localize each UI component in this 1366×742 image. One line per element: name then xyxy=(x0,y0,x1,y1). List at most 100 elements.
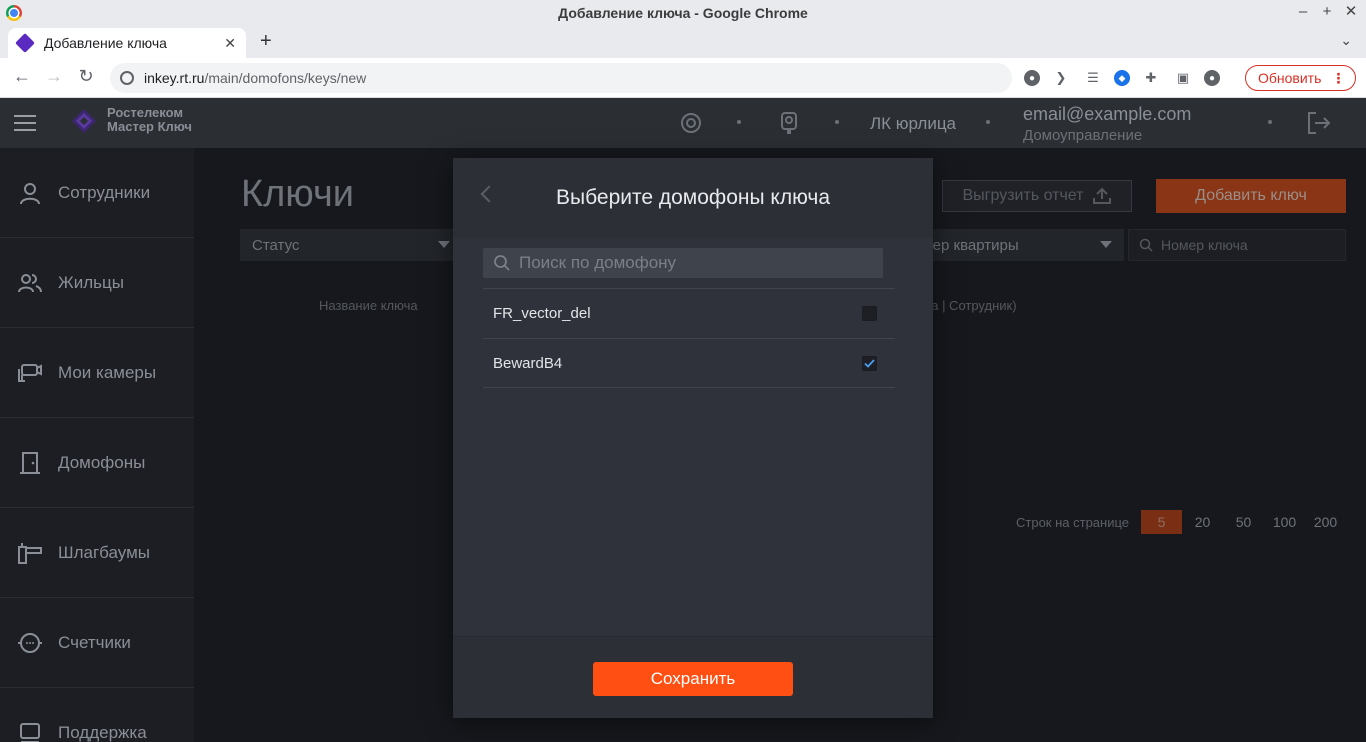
favicon-icon xyxy=(15,33,35,53)
page-size-option[interactable]: 50 xyxy=(1223,510,1264,534)
user-role: Домоуправление xyxy=(1023,127,1143,144)
modal-footer: Сохранить xyxy=(453,636,933,718)
close-window-icon[interactable]: ✕ xyxy=(1344,2,1358,22)
intercom-icon[interactable] xyxy=(780,112,798,141)
key-number-filter[interactable]: Номер ключа xyxy=(1128,229,1346,261)
header-separator-dot xyxy=(737,120,741,124)
sidebar-item-barriers[interactable]: Шлагбаумы xyxy=(0,508,194,598)
sidebar-item-label: Мои камеры xyxy=(58,362,157,382)
extensions-puzzle-icon[interactable]: ✚ xyxy=(1140,67,1162,89)
door-icon xyxy=(17,450,43,476)
profile-avatar-icon[interactable]: ● xyxy=(1204,70,1220,86)
search-icon xyxy=(494,255,510,271)
hamburger-menu-icon[interactable] xyxy=(14,115,36,131)
save-button[interactable]: Сохранить xyxy=(593,662,793,696)
side-panel-icon[interactable]: ▣ xyxy=(1172,67,1194,89)
back-icon[interactable]: ← xyxy=(10,66,34,87)
extension-1-icon[interactable]: ● xyxy=(1024,70,1040,86)
menu-dots-icon: ⋮ xyxy=(1331,69,1346,86)
dropdown-caret-icon xyxy=(438,241,450,248)
search-icon xyxy=(1139,238,1153,252)
sidebar-item-residents[interactable]: Жильцы xyxy=(0,238,194,328)
sidebar-item-cameras[interactable]: Мои камеры xyxy=(0,328,194,418)
logo-line-1: Ростелеком xyxy=(107,105,183,120)
intercom-checkbox[interactable] xyxy=(862,306,877,321)
list-item[interactable]: FR_vector_del xyxy=(483,288,895,338)
status-filter-label: Статус xyxy=(252,236,300,254)
logout-icon[interactable] xyxy=(1306,110,1332,141)
extension-4-icon[interactable]: ◆ xyxy=(1114,70,1130,86)
export-report-button[interactable]: Выгрузить отчет xyxy=(942,180,1132,212)
logo-line-2: Мастер Ключ xyxy=(107,119,192,134)
add-key-button[interactable]: Добавить ключ xyxy=(1156,179,1346,213)
list-item[interactable]: BewardB4 xyxy=(483,338,895,388)
sidebar-item-meters[interactable]: Счетчики xyxy=(0,598,194,688)
chrome-logo-icon xyxy=(6,5,22,21)
header-separator-dot xyxy=(986,120,990,124)
extension-icons: ● ❯ ☰ ◆ ✚ ▣ ● xyxy=(1024,67,1220,89)
intercom-label: BewardB4 xyxy=(493,354,563,372)
header-separator-dot xyxy=(835,120,839,124)
sidebar-item-employees[interactable]: Сотрудники xyxy=(0,148,194,238)
intercom-label: FR_vector_del xyxy=(493,305,591,322)
url-path: /main/domofons/keys/new xyxy=(204,70,367,86)
tab-strip: Добавление ключа ✕ + ⌄ xyxy=(0,26,1366,58)
sidebar-item-label: Шлагбаумы xyxy=(58,542,150,562)
sidebar-item-label: Сотрудники xyxy=(58,182,151,202)
page-size-option[interactable]: 100 xyxy=(1264,510,1305,534)
extension-3-icon[interactable]: ☰ xyxy=(1082,67,1104,89)
people-icon xyxy=(17,270,43,296)
close-tab-icon[interactable]: ✕ xyxy=(224,35,236,52)
intercom-list: FR_vector_del BewardB4 xyxy=(483,288,895,388)
sidebar-item-label: Счетчики xyxy=(58,632,131,652)
site-info-icon[interactable] xyxy=(120,71,134,85)
modal-body: FR_vector_del BewardB4 xyxy=(453,238,933,636)
maximize-icon[interactable]: + xyxy=(1320,2,1334,22)
user-email: email@example.com xyxy=(1023,104,1192,124)
address-bar[interactable]: inkey.rt.ru/main/domofons/keys/new xyxy=(110,63,1012,93)
dropdown-caret-icon xyxy=(1100,241,1112,248)
support-lifebuoy-icon[interactable] xyxy=(680,112,702,139)
update-label: Обновить xyxy=(1258,70,1322,86)
support-icon xyxy=(17,720,43,742)
url-host: inkey.rt.ru xyxy=(144,70,205,86)
rostelecom-logo-icon xyxy=(72,109,96,133)
logo-text: Ростелеком Мастер Ключ xyxy=(107,106,192,134)
reload-icon[interactable]: ↻ xyxy=(74,66,98,87)
key-number-placeholder: Номер ключа xyxy=(1161,237,1248,253)
forward-icon[interactable]: → xyxy=(42,66,66,87)
minimize-icon[interactable]: – xyxy=(1296,2,1310,22)
camera-icon xyxy=(17,360,43,386)
checkmark-icon xyxy=(864,358,875,368)
update-button[interactable]: Обновить ⋮ xyxy=(1245,65,1357,91)
page-size-option[interactable]: 5 xyxy=(1141,510,1182,534)
new-tab-icon[interactable]: + xyxy=(260,30,272,53)
header-separator-dot xyxy=(1268,120,1272,124)
intercom-search-input[interactable] xyxy=(519,253,869,273)
barrier-icon xyxy=(17,540,43,566)
modal-title: Выберите домофоны ключа xyxy=(556,186,830,209)
sidebar-item-label: Жильцы xyxy=(58,272,124,292)
upload-icon xyxy=(1092,187,1111,204)
select-intercoms-modal: Выберите домофоны ключа FR_vector_del Be… xyxy=(453,158,933,718)
person-icon xyxy=(17,180,43,206)
window-controls: – + ✕ xyxy=(1296,2,1358,22)
window-titlebar: Добавление ключа - Google Chrome – + ✕ xyxy=(0,0,1366,26)
status-filter[interactable]: Статус xyxy=(240,229,462,261)
browser-tab[interactable]: Добавление ключа ✕ xyxy=(8,28,246,58)
page-size-option[interactable]: 20 xyxy=(1182,510,1223,534)
sidebar-item-support[interactable]: Поддержка xyxy=(0,688,194,742)
page-size-option[interactable]: 200 xyxy=(1305,510,1346,534)
lk-label[interactable]: ЛК юрлица xyxy=(870,114,956,134)
page-title: Ключи xyxy=(241,173,354,215)
extension-2-icon[interactable]: ❯ xyxy=(1050,67,1072,89)
meter-icon xyxy=(17,630,43,656)
tab-search-chevron-icon[interactable]: ⌄ xyxy=(1340,32,1352,49)
app-header: Ростелеком Мастер Ключ ЛК юрлица email@e… xyxy=(0,98,1366,148)
intercom-checkbox[interactable] xyxy=(862,355,877,371)
intercom-search[interactable] xyxy=(483,248,883,278)
sidebar-item-intercoms[interactable]: Домофоны xyxy=(0,418,194,508)
browser-toolbar: ← → ↻ inkey.rt.ru/main/domofons/keys/new… xyxy=(0,58,1366,98)
export-label: Выгрузить отчет xyxy=(962,187,1084,204)
sidebar: Сотрудники Жильцы Мои камеры Домофоны Шл… xyxy=(0,148,194,742)
